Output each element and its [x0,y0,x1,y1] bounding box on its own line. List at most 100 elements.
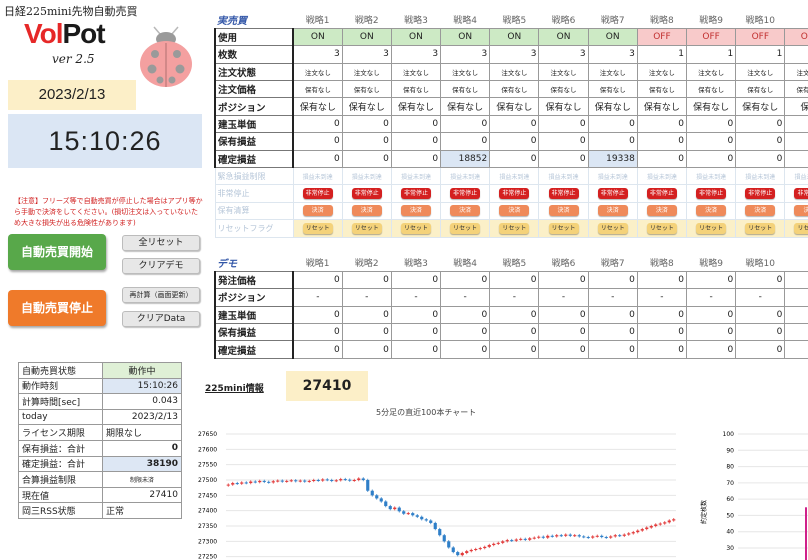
cell: 0 [440,132,491,151]
start-auto-trade-button[interactable]: 自動売買開始 [8,234,106,270]
reset-button[interactable]: リセット [745,222,776,234]
grid-row: 確定損益0001885200193380000 [214,149,808,169]
emergency-stop-button[interactable]: 非常停止 [400,188,431,200]
action-cell: 決済 [489,201,540,221]
strategy-header: 戦略6 [551,15,576,26]
action-cell: リセット [292,219,343,238]
status-value: 0 [102,439,182,457]
settle-button[interactable]: 決済 [351,205,382,217]
reset-button[interactable]: リセット [302,222,333,234]
candle-body [478,548,482,550]
recalc-button[interactable]: 再計算（画面更新） [122,287,200,303]
emergency-stop-button[interactable]: 非常停止 [745,188,776,200]
candle-body [456,552,460,556]
status-row: 計算時間[sec] 0.043 [18,393,182,410]
settle-button[interactable]: 決済 [745,205,776,217]
cell[interactable]: OFF [784,27,808,47]
clear-data-button[interactable]: クリアData [122,311,200,327]
cell[interactable]: ON [292,27,343,47]
emergency-stop-button[interactable]: 非常停止 [696,188,727,200]
app-version: ver 2.5 [52,52,95,66]
emergency-stop-button[interactable]: 非常停止 [597,188,628,200]
reset-button[interactable]: リセット [499,222,530,234]
cell: 0 [784,323,808,342]
reset-button[interactable]: リセット [646,222,677,234]
emergency-stop-button[interactable]: 非常停止 [499,188,530,200]
status-value: 動作中 [102,362,182,379]
settle-button[interactable]: 決済 [646,205,677,217]
emergency-stop-button[interactable]: 非常停止 [794,188,808,200]
reset-button[interactable]: リセット [351,222,382,234]
cell: 0 [784,270,808,290]
stop-auto-trade-button[interactable]: 自動売買停止 [8,290,106,326]
cell[interactable]: ON [341,27,392,47]
mini-info-label: 225mini情報 [205,384,264,394]
cell: 保有なし [489,97,540,116]
settle-button[interactable]: 決済 [597,205,628,217]
candle-body [672,519,676,521]
cell[interactable]: ON [489,27,540,47]
candle-body [240,482,244,484]
reset-button[interactable]: リセット [548,222,579,234]
y-tick-label: 27550 [198,462,217,469]
y-tick-label: 27250 [198,554,217,560]
cell: 0 [685,305,737,325]
loss-limit-cell: 損益未到達 [440,167,491,186]
cell[interactable]: ON [538,27,589,47]
settle-button[interactable]: 決済 [794,205,808,217]
cell: - [390,288,442,307]
cell: 0 [636,132,688,151]
status-label: 現在値 [18,486,103,504]
cell: 0 [685,270,737,290]
reset-button[interactable]: リセット [400,222,431,234]
cell[interactable]: ON [390,27,442,47]
candle-body [559,535,563,537]
candle-body [631,532,635,534]
row-label: 建玉単価 [214,305,294,325]
reset-button[interactable]: リセット [794,222,808,234]
cell[interactable]: OFF [636,27,688,47]
action-cell: 決済 [636,201,688,221]
cell[interactable]: ON [440,27,491,47]
cell[interactable]: OFF [685,27,737,47]
emergency-stop-button[interactable]: 非常停止 [548,188,579,200]
emergency-stop-button[interactable]: 非常停止 [351,188,382,200]
clear-demo-button[interactable]: クリアデモ [122,258,200,274]
status-row: 確定損益：合計 38190 [18,455,182,473]
settle-button[interactable]: 決済 [499,205,530,217]
reset-button[interactable]: リセット [450,222,481,234]
emergency-stop-button[interactable]: 非常停止 [646,188,677,200]
action-cell: 決済 [292,201,343,221]
candle-body [442,535,446,542]
cell: - [587,288,638,307]
candle-body [285,480,289,482]
settle-button[interactable]: 決済 [696,205,727,217]
status-label: today [18,408,103,426]
reset-button[interactable]: リセット [696,222,727,234]
candle-body [532,537,536,539]
reset-button[interactable]: リセット [597,222,628,234]
candle-body [433,522,437,530]
status-table: 自動売買状態 動作中 動作時刻 15:10:26 計算時間[sec] 0.043 today… [18,362,182,519]
cell: 0 [538,270,589,290]
settle-button[interactable]: 決済 [400,205,431,217]
y-tick-label: 60 [726,496,734,503]
action-cell: 非常停止 [735,184,786,203]
emergency-stop-button[interactable]: 非常停止 [450,188,481,200]
status-value: 0.043 [102,393,182,410]
emergency-stop-button[interactable]: 非常停止 [302,188,333,200]
cell[interactable]: OFF [735,27,786,47]
cell: 0 [390,270,442,290]
action-cell: リセット [636,219,688,238]
settle-button[interactable]: 決済 [302,205,333,217]
status-value: 制限未済 [102,471,182,488]
reset-all-button[interactable]: 全リセット [122,235,200,251]
settle-button[interactable]: 決済 [450,205,481,217]
action-cell: 決済 [440,201,491,221]
cell: 3 [538,45,589,64]
strategy-header: 戦略8 [650,258,674,269]
settle-button[interactable]: 決済 [548,205,579,217]
cell[interactable]: ON [587,27,638,47]
cell: 0 [784,114,808,134]
loss-limit-cell: 損益未到達 [292,167,343,186]
